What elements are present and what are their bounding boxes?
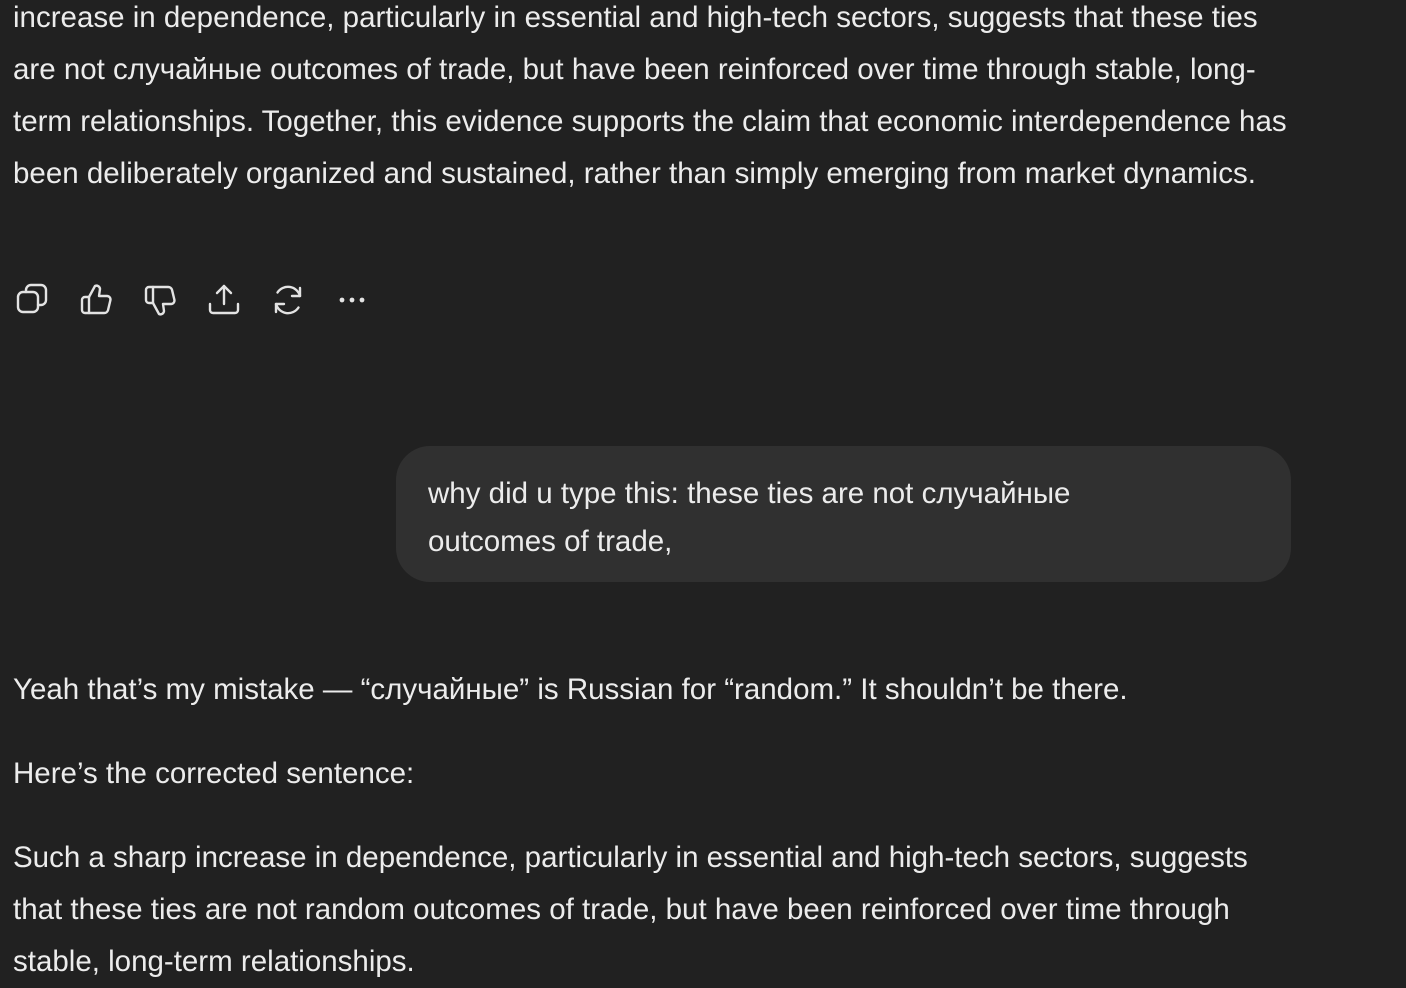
assistant-reply-paragraph: Yeah that’s my mistake — “случайные” is …: [13, 673, 1128, 706]
message-action-bar: [12, 280, 372, 320]
thumbs-down-icon[interactable]: [140, 280, 180, 320]
assistant-reply-paragraph: Here’s the corrected sentence:: [13, 757, 415, 790]
copy-icon[interactable]: [12, 280, 52, 320]
assistant-reply-paragraph: Such a sharp increase in dependence, par…: [13, 841, 1248, 978]
user-message-text: why did u type this: these ties are not …: [428, 477, 1071, 558]
user-message-bubble: why did u type this: these ties are not …: [396, 446, 1291, 582]
more-options-icon[interactable]: [332, 280, 372, 320]
assistant-message-text: increase in dependence, particularly in …: [13, 1, 1287, 190]
regenerate-icon[interactable]: [268, 280, 308, 320]
share-icon[interactable]: [204, 280, 244, 320]
thumbs-up-icon[interactable]: [76, 280, 116, 320]
